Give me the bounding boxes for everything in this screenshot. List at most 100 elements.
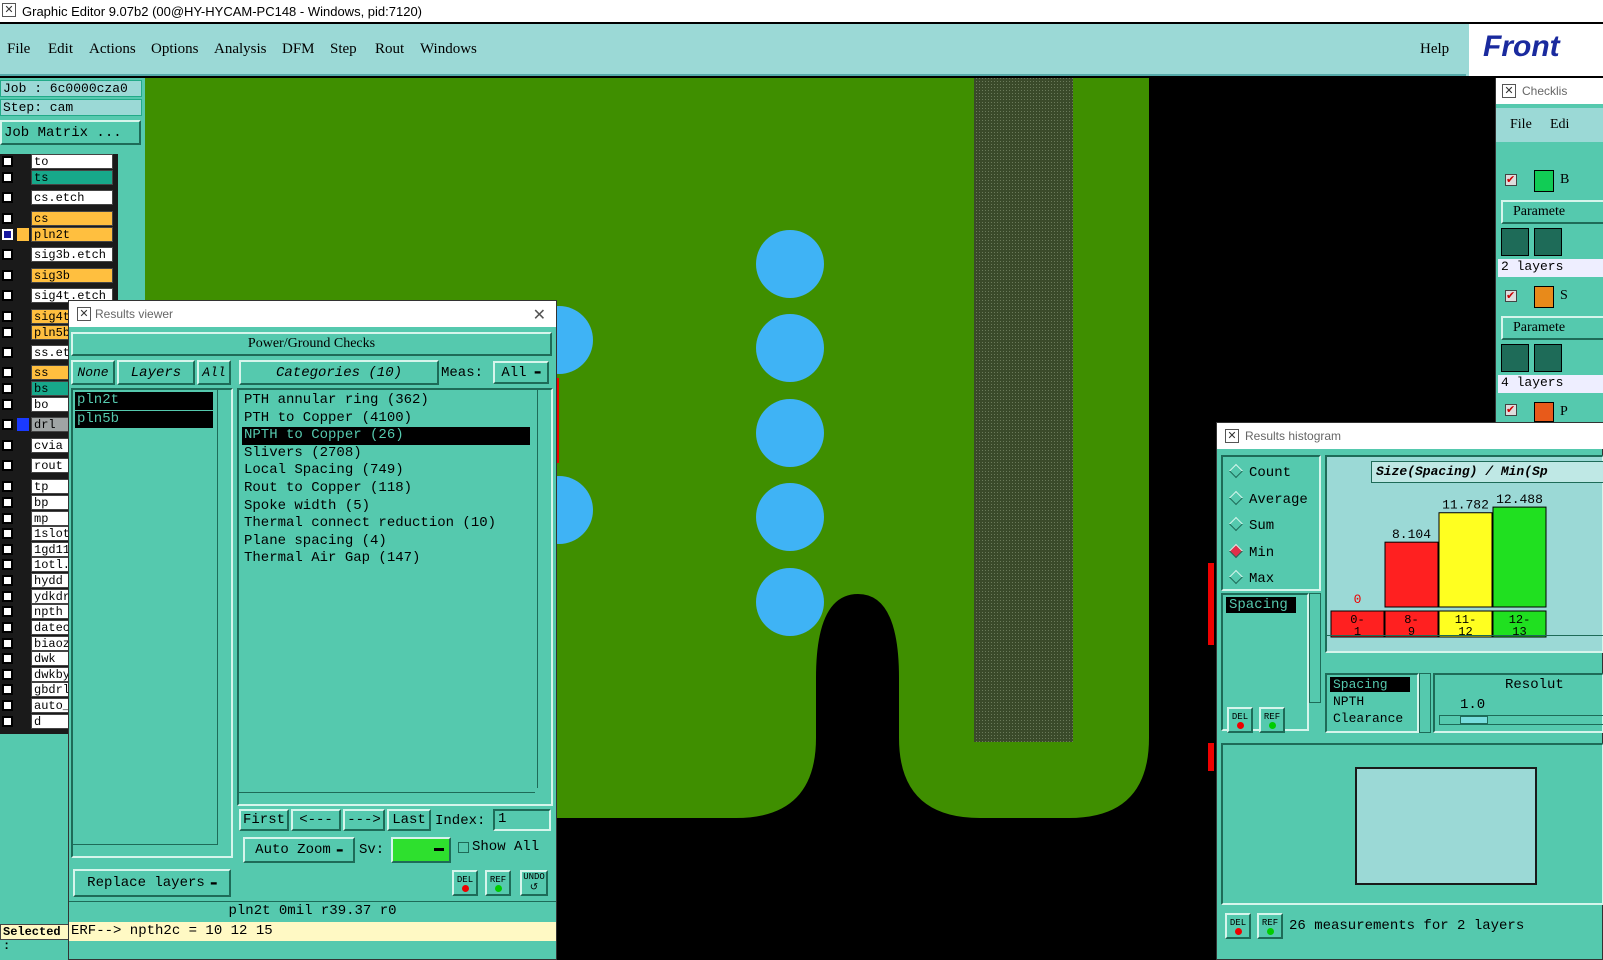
category-item[interactable]: Rout to Copper (118) [242,480,530,498]
category-item[interactable]: NPTH to Copper (26) [242,427,530,445]
checklist-item-2[interactable]: S [1560,288,1568,304]
menu-dfm[interactable]: DFM [282,41,315,58]
histogram-bar[interactable] [1438,512,1493,608]
lower-list-item[interactable]: Spacing [1330,677,1410,692]
category-item[interactable]: Thermal connect reduction (10) [242,515,530,533]
meas-dropdown[interactable]: All ▬ [493,361,549,384]
layer-checkbox[interactable] [2,481,13,492]
layer-checkbox[interactable] [2,440,13,451]
action-icon[interactable] [1534,170,1554,192]
layer-checkbox[interactable] [2,249,13,260]
menu-actions[interactable]: Actions [89,41,136,58]
action-icon[interactable] [1534,286,1554,308]
lower-list-item[interactable]: Clearance [1333,711,1403,726]
layer-row[interactable]: ts [0,170,118,185]
menu-rout[interactable]: Rout [375,41,404,58]
layer-checkbox[interactable] [2,270,13,281]
layer-checkbox[interactable] [2,497,13,508]
run-icon[interactable] [1501,344,1529,372]
layer-name[interactable]: sig3b.etch [31,247,113,262]
undo-button[interactable]: UNDO ↺ [520,870,548,896]
vertical-scrollbar[interactable] [1419,673,1431,733]
none-button[interactable]: None [71,360,115,385]
del-button[interactable]: DEL [452,870,478,896]
resolution-slider[interactable] [1439,715,1603,725]
histogram-bar[interactable] [1384,541,1439,608]
slider-thumb[interactable] [1460,716,1488,724]
checklist-check[interactable]: ✔ [1505,174,1517,186]
layer-checkbox[interactable] [2,156,13,167]
layer-checkbox[interactable] [2,213,13,224]
all-button[interactable]: All [197,360,231,385]
lower-list-item[interactable]: NPTH [1333,694,1364,709]
category-item[interactable]: Plane spacing (4) [242,533,530,551]
first-button[interactable]: First [239,809,289,831]
layer-checkbox[interactable] [2,172,13,183]
index-input[interactable]: 1 [493,809,551,831]
checklist-item-3[interactable]: P [1560,404,1568,420]
layer-checkbox[interactable] [2,290,13,301]
checklist-menu-edit[interactable]: Edi [1550,117,1569,133]
histogram-bar[interactable] [1492,506,1547,608]
parameters-button[interactable]: Paramete [1501,316,1603,340]
menu-help[interactable]: Help [1420,41,1449,58]
layer-checkbox[interactable] [2,559,13,570]
checklist-menu-file[interactable]: File [1510,117,1532,133]
menu-windows[interactable]: Windows [420,41,477,58]
checklist-check[interactable]: ✔ [1505,404,1517,416]
mode-radio[interactable]: Count [1228,463,1291,481]
layer-checkbox[interactable] [2,528,13,539]
checklist-check[interactable]: ✔ [1505,290,1517,302]
last-button[interactable]: Last [387,809,431,831]
menu-edit[interactable]: Edit [48,41,73,58]
layer-checkbox[interactable] [2,229,13,240]
category-item[interactable]: PTH annular ring (362) [242,392,530,410]
layer-checkbox[interactable] [2,513,13,524]
replace-layers-dropdown[interactable]: Replace layers ▬ [73,869,231,897]
next-button[interactable]: ---> [343,809,385,831]
layer-checkbox[interactable] [2,327,13,338]
run-icon[interactable] [1534,344,1562,372]
menu-analysis[interactable]: Analysis [214,41,267,58]
horizontal-scrollbar[interactable] [1327,635,1603,647]
mode-radio[interactable]: Sum [1228,516,1274,534]
category-item[interactable]: Local Spacing (749) [242,462,530,480]
severity-dropdown[interactable]: ▬ [391,837,451,863]
layer-name[interactable]: cs [31,211,113,226]
layer-checkbox[interactable] [2,575,13,586]
menu-step[interactable]: Step [330,41,357,58]
vertical-scrollbar[interactable] [537,390,551,788]
parameters-button[interactable]: Paramete [1501,200,1603,224]
layer-checkbox[interactable] [2,669,13,680]
vertical-scrollbar[interactable] [217,390,231,845]
categories-button[interactable]: Categories (10) [239,360,439,385]
preview-frame[interactable] [1355,767,1537,885]
layer-checkbox[interactable] [2,653,13,664]
run-icon[interactable] [1501,228,1529,256]
category-item[interactable]: Thermal Air Gap (147) [242,550,530,568]
layer-results-list[interactable]: pln2t pln5b [71,388,233,858]
layer-name[interactable]: sig3b [31,268,113,283]
layer-row[interactable]: to [0,154,118,169]
layer-name[interactable]: to [31,154,113,169]
layer-checkbox[interactable] [2,192,13,203]
ref-button[interactable]: REF [1257,913,1283,939]
layer-name[interactable]: cs.etch [31,190,113,205]
categories-list[interactable]: PTH annular ring (362) PTH to Copper (410… [237,388,553,806]
category-item[interactable]: PTH to Copper (4100) [242,410,530,428]
layer-row[interactable]: pln2t [0,227,118,242]
layer-checkbox[interactable] [2,716,13,727]
job-matrix-button[interactable]: Job Matrix ... [0,120,141,145]
layer-checkbox[interactable] [2,591,13,602]
menu-file[interactable]: File [7,41,30,58]
layer-row[interactable]: cs [0,211,118,226]
result-layer-item[interactable]: pln5b [75,410,213,429]
layer-checkbox[interactable] [2,399,13,410]
del-button[interactable]: DEL [1227,707,1253,733]
layer-checkbox[interactable] [2,606,13,617]
layer-checkbox[interactable] [2,347,13,358]
mode-radio[interactable]: Average [1228,490,1308,508]
layer-row[interactable]: cs.etch [0,190,118,205]
layer-checkbox[interactable] [2,700,13,711]
layer-name[interactable]: pln2t [31,227,113,242]
